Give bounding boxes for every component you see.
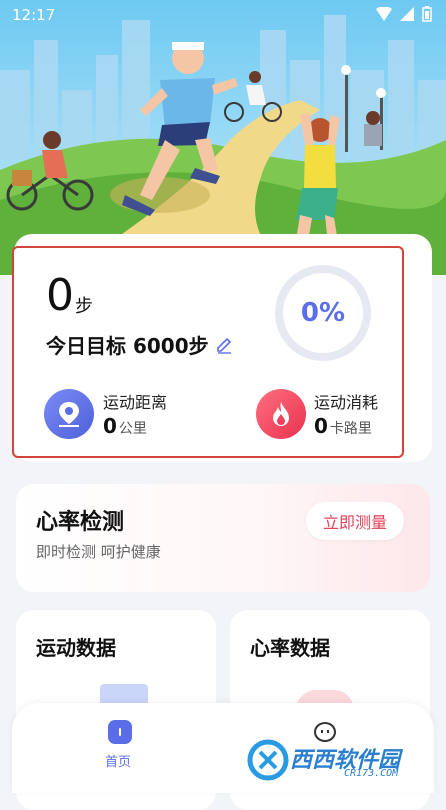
distance-number: 0	[103, 414, 117, 438]
flame-icon	[273, 402, 289, 426]
calories-value: 0 卡路里	[314, 414, 372, 438]
calories-icon	[256, 389, 306, 439]
nav-home-label[interactable]: 首页	[105, 751, 131, 770]
heart-data-title: 心率数据	[250, 636, 330, 660]
watermark-logo: 西西软件园 CR173.COM	[246, 738, 436, 782]
daily-goal[interactable]: 今日目标 6000步	[46, 330, 233, 359]
distance-icon	[44, 389, 94, 439]
calories-unit: 卡路里	[329, 421, 372, 437]
calories-number: 0	[314, 414, 328, 438]
step-count: 0	[46, 270, 74, 321]
status-bar: 12:17	[0, 0, 446, 30]
step-unit: 步	[75, 296, 93, 317]
sport-data-title: 运动数据	[36, 636, 116, 660]
heart-rate-title: 心率检测	[36, 510, 125, 535]
cellular-signal-icon	[400, 7, 414, 21]
status-icons	[376, 6, 432, 22]
distance-value: 0 公里	[103, 414, 147, 438]
home-icon[interactable]	[108, 720, 132, 744]
battery-icon	[422, 6, 432, 22]
heart-rate-subtitle: 即时检测 呵护健康	[36, 543, 161, 561]
wifi-icon	[376, 7, 392, 21]
goal-progress-percent: 0%	[300, 298, 346, 328]
distance-label: 运动距离	[103, 393, 168, 412]
calories-label: 运动消耗	[314, 393, 379, 412]
distance-unit: 公里	[118, 421, 147, 437]
status-time: 12:17	[12, 6, 56, 24]
measure-now-button[interactable]: 立即测量	[306, 502, 404, 540]
location-pin-icon	[59, 402, 79, 427]
edit-pencil-icon[interactable]	[215, 336, 233, 354]
daily-goal-label: 今日目标 6000步	[46, 334, 209, 358]
watermark-domain: CR173.COM	[344, 768, 399, 779]
